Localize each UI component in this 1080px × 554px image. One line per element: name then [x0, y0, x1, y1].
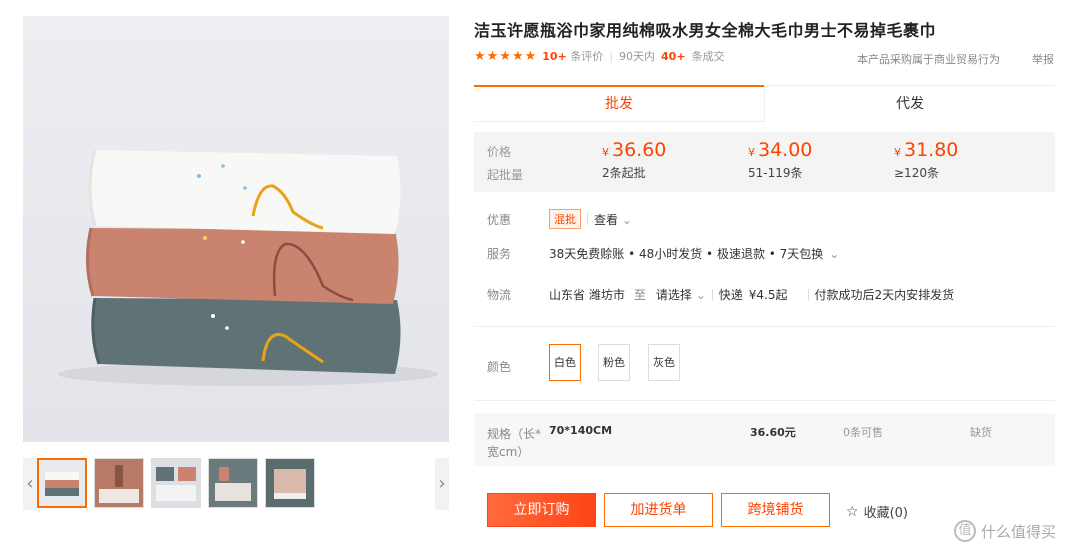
spec-row: 规格（长*宽cm） 70*140CM 36.60元 0条可售 缺货: [474, 413, 1055, 466]
ship-origin: 山东省 潍坊市: [549, 288, 625, 302]
add-to-cart-button[interactable]: 加进货单: [604, 493, 713, 527]
tier-price: 31.80: [904, 139, 959, 161]
thumbnail-image: [95, 459, 143, 507]
star-icon: ★: [524, 48, 537, 64]
ship-to-label: 至: [633, 288, 646, 302]
service-row[interactable]: 38天免费赊账 • 48小时发货 • 极速退款 • 7天包换 ⌄: [549, 245, 839, 262]
destination-value: 请选择: [655, 288, 692, 302]
buy-now-button[interactable]: 立即订购: [487, 493, 596, 527]
promo-row: 混批 查看 ⌄: [549, 209, 632, 229]
chevron-down-icon: ⌄: [621, 212, 632, 227]
thumbnail-image: [266, 459, 314, 507]
service-text: 38天免费赊账 • 48小时发货 • 极速退款 • 7天包换: [549, 247, 824, 261]
watermark-text: 什么值得买: [981, 522, 1057, 541]
spec-label: 规格（长*宽cm）: [487, 427, 542, 459]
favorite-label: 收藏(0): [863, 506, 908, 521]
moq-label: 起批量: [487, 168, 524, 182]
dispatch-info: 付款成功后2天内安排发货: [814, 288, 955, 302]
thumbnail[interactable]: [151, 458, 201, 508]
currency-symbol: ¥: [748, 146, 755, 159]
currency-symbol: ¥: [602, 146, 609, 159]
divider: [807, 288, 809, 301]
logistics-row: 山东省 潍坊市 至 请选择 ⌄ 快递 ¥4.5起 付款成功后2天内安排发货: [549, 286, 954, 303]
color-option-grey[interactable]: 灰色: [648, 344, 680, 381]
favorite-button[interactable]: ☆ 收藏(0): [846, 502, 908, 522]
tier-qty: ≥120条: [894, 166, 939, 180]
thumb-next-button[interactable]: ›: [435, 458, 449, 510]
thumbnail-strip: ‹ ›: [23, 458, 449, 510]
section-divider: [474, 326, 1055, 327]
thumbnail[interactable]: [265, 458, 315, 508]
report-link[interactable]: 举报: [1032, 51, 1054, 67]
star-icon: ★: [474, 48, 486, 64]
star-icon: ★: [499, 48, 511, 64]
spec-name: 70*140CM: [549, 424, 613, 437]
spec-price: 36.60元: [750, 426, 796, 439]
main-product-image: [23, 16, 449, 442]
logistics-label: 物流: [487, 288, 512, 302]
thumbnail-image: [152, 459, 200, 507]
price-tier: ¥31.80 ≥120条: [894, 139, 958, 181]
towel-stack-illustration: [23, 16, 449, 442]
site-watermark: 值 什么值得买: [954, 520, 1056, 542]
mixed-batch-badge: 混批: [549, 209, 581, 229]
deal-label: 条成交: [691, 50, 725, 63]
thumbnail-image: [209, 459, 257, 507]
chevron-down-icon: ⌄: [695, 288, 706, 302]
thumbnail[interactable]: [208, 458, 258, 508]
price-tiers: 价格 起批量 ¥36.60 2条起批 ¥34.00 51-119条 ¥31.80…: [474, 132, 1055, 192]
tier-qty: 51-119条: [748, 166, 803, 180]
review-link[interactable]: 10+ 条评价: [542, 48, 603, 64]
star-icon: ★: [486, 48, 499, 64]
promo-label: 优惠: [487, 213, 512, 227]
rating-row: ★ ★ ★ ★ ★ 10+ 条评价 | 90天内 40+ 条成交: [474, 48, 725, 64]
purchase-mode-tabs: 批发 代发: [474, 85, 1055, 122]
spec-status: 缺货: [970, 426, 992, 439]
price-label: 价格: [487, 145, 512, 159]
currency-symbol: ¥: [894, 146, 901, 159]
price-tier: ¥36.60 2条起批: [602, 139, 666, 181]
product-title: 洁玉许愿瓶浴巾家用纯棉吸水男女全棉大毛巾男士不易掉毛裹巾: [474, 21, 937, 40]
service-label: 服务: [487, 247, 512, 261]
thumbnail-image: [39, 460, 85, 506]
tier-qty: 2条起批: [602, 166, 646, 180]
destination-select[interactable]: 请选择 ⌄: [656, 286, 706, 303]
spec-stock: 0条可售: [843, 426, 883, 439]
thumbnail[interactable]: [37, 458, 87, 508]
tier-price: 34.00: [758, 139, 813, 161]
rating-stars: ★ ★ ★ ★ ★: [474, 49, 536, 64]
star-icon: ★: [511, 48, 524, 64]
tier-price: 36.60: [612, 139, 667, 161]
chevron-down-icon: ⌄: [829, 246, 840, 261]
divider: |: [609, 49, 614, 63]
price-tier: ¥34.00 51-119条: [748, 139, 812, 181]
color-option-white[interactable]: 白色: [549, 344, 581, 381]
star-outline-icon: ☆: [846, 503, 859, 520]
express-label: 快递: [718, 288, 743, 302]
divider: [711, 288, 713, 301]
cross-border-button[interactable]: 跨境铺货: [721, 493, 830, 527]
thumbnail[interactable]: [94, 458, 144, 508]
tab-wholesale[interactable]: 批发: [474, 85, 764, 122]
trade-notice: 本产品采购属于商业贸易行为: [857, 53, 1000, 66]
promo-view-link[interactable]: 查看 ⌄: [594, 211, 632, 228]
promo-view-label: 查看: [594, 212, 619, 227]
color-option-pink[interactable]: 粉色: [598, 344, 630, 381]
period-label: 90天内: [619, 50, 656, 63]
section-divider: [474, 400, 1055, 401]
deal-count: 40+: [661, 49, 686, 63]
tab-dropship[interactable]: 代发: [764, 85, 1055, 122]
review-count: 10+: [542, 50, 567, 63]
color-label: 颜色: [487, 360, 512, 374]
review-label: 条评价: [570, 50, 604, 63]
watermark-logo: 值: [954, 520, 976, 542]
shipping-fee: ¥4.5起: [748, 288, 788, 302]
thumb-prev-button[interactable]: ‹: [23, 458, 37, 510]
divider: [587, 213, 588, 225]
